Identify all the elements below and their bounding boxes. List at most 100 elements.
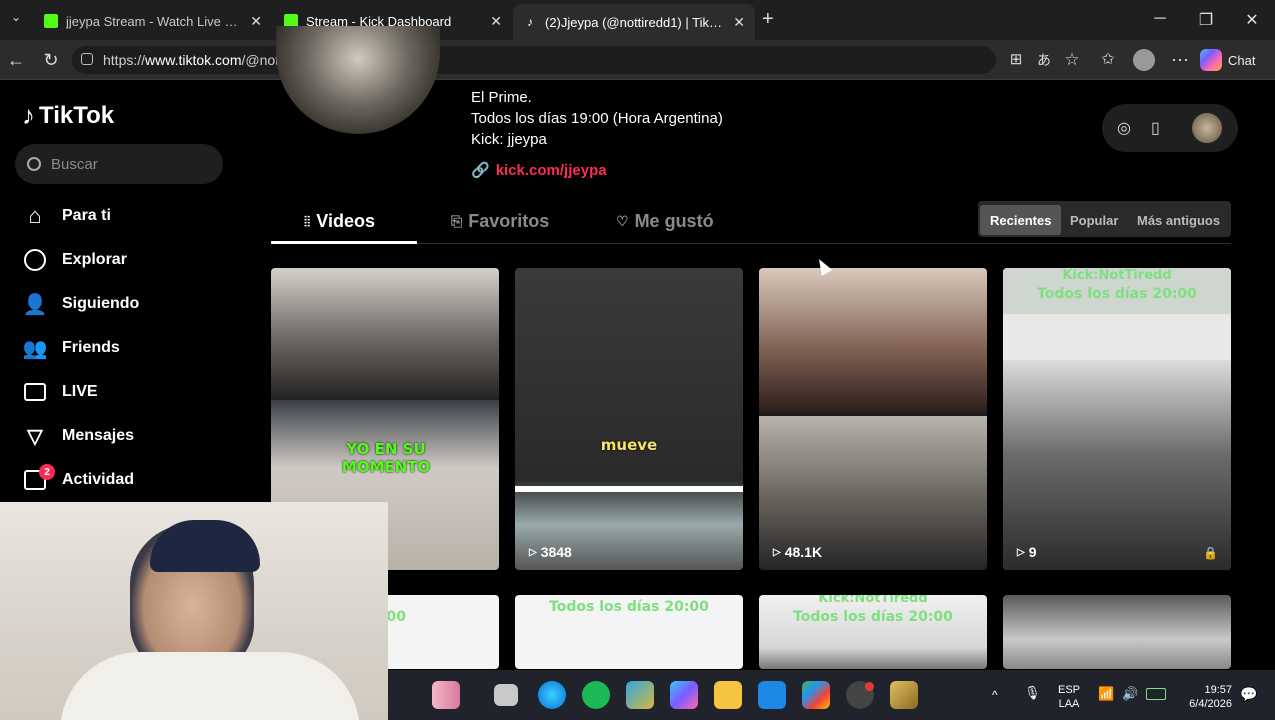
video-thumbnail [271, 268, 499, 400]
view-count: ▷ 9 [1017, 544, 1037, 560]
kick-favicon-icon [44, 14, 58, 28]
video-thumbnail [759, 268, 987, 413]
app-icon[interactable] [626, 681, 654, 709]
coin-icon[interactable]: ◎ [1117, 118, 1131, 138]
store-icon[interactable] [758, 681, 786, 709]
input-language[interactable]: ESP LAA [1052, 683, 1086, 711]
spotify-icon[interactable] [582, 681, 610, 709]
heart-icon: ♡ [616, 213, 629, 229]
search-input[interactable]: Buscar [15, 144, 223, 184]
sort-mas-antiguos[interactable]: Más antiguos [1127, 205, 1230, 235]
bio-line: El Prime. [471, 89, 532, 106]
video-card[interactable]: mueve ▷ 3848 [515, 268, 743, 570]
close-tab-icon[interactable]: ✕ [490, 13, 502, 30]
sidebar-item-siguiendo[interactable]: 👤 Siguiendo [22, 291, 140, 317]
video-card[interactable] [1003, 595, 1231, 669]
video-caption: Todos los días 20:00 [793, 609, 953, 625]
tiktok-favicon-icon: ♪ [527, 15, 533, 29]
tab-list-chevron-icon[interactable]: ⌄ [4, 10, 28, 30]
video-card[interactable]: ▷ 48.1K [759, 268, 987, 570]
notifications-icon[interactable]: 💬 [1240, 687, 1257, 701]
more-menu-icon[interactable]: ⋯ [1169, 50, 1191, 70]
task-view-icon[interactable] [494, 684, 518, 706]
site-info-icon[interactable] [81, 53, 93, 65]
sidebar-item-friends[interactable]: 👥 Friends [22, 335, 120, 361]
minimize-icon[interactable]: ─ [1148, 10, 1172, 28]
reload-icon[interactable]: ↻ [40, 50, 62, 70]
recording-dot [865, 682, 874, 691]
video-caption: Kick:NotTiredd [818, 595, 928, 606]
webcam-overlay [0, 502, 388, 720]
device-icon[interactable]: ▯ [1151, 118, 1160, 138]
tray-overflow-icon[interactable]: ^ [992, 688, 998, 702]
microphone-icon[interactable]: 🎙 [1024, 686, 1041, 700]
user-avatar[interactable] [1192, 113, 1222, 143]
sidebar-item-explorar[interactable]: Explorar [22, 247, 127, 273]
webcam-shirt [60, 652, 360, 720]
video-card[interactable]: Kick:NotTiredd Todos los días 20:00 ▷ 9 🔒 [1003, 268, 1231, 570]
new-tab-icon[interactable]: + [762, 8, 774, 31]
close-tab-icon[interactable]: ✕ [250, 13, 262, 30]
edge-icon[interactable] [538, 681, 566, 709]
tab-me-gusto[interactable]: ♡ Me gustó [616, 211, 714, 232]
wifi-icon[interactable]: 📶 [1098, 687, 1114, 701]
play-icon: ▷ [1017, 546, 1025, 558]
sidebar-item-live[interactable]: LIVE [22, 379, 98, 405]
sort-popular[interactable]: Popular [1060, 205, 1128, 235]
tab-videos[interactable]: ⦙⦙ Videos [304, 211, 375, 232]
video-caption: YO EN SU MOMENTO [341, 440, 431, 476]
lock-icon: 🔒 [1203, 546, 1218, 560]
back-icon[interactable]: ← [5, 50, 27, 70]
sidebar-item-para-ti[interactable]: ⌂ Para ti [22, 203, 111, 229]
play-icon: ▷ [773, 546, 781, 558]
bio-line: Todos los días 19:00 (Hora Argentina) [471, 110, 723, 127]
activity-badge: 2 [39, 464, 55, 480]
home-icon: ⌂ [28, 203, 42, 228]
link-icon: 🔗 [471, 162, 490, 179]
tiktok-logo[interactable]: ♪ TikTok [22, 100, 114, 131]
translate-icon[interactable]: あ [1033, 50, 1055, 70]
view-count: ▷ 48.1K [773, 544, 823, 560]
sort-recientes[interactable]: Recientes [980, 205, 1062, 235]
video-card[interactable]: Kick:NotTiredd Todos los días 20:00 [759, 595, 987, 669]
video-thumbnail [1003, 360, 1231, 570]
tab-tiktok[interactable]: ♪ (2)Jjeypa (@nottiredd1) | TikTok ✕ [513, 4, 755, 40]
favorite-star-icon[interactable]: ☆ [1061, 50, 1083, 70]
sidebar-item-mensajes[interactable]: ▽ Mensajes [22, 423, 134, 449]
compass-icon [22, 247, 48, 273]
tab-kick-stream[interactable]: jjeypa Stream - Watch Live on Kick ✕ [34, 6, 272, 36]
copilot-icon [1200, 49, 1222, 71]
favorites-icon[interactable]: ✩ [1097, 50, 1119, 70]
profile-link[interactable]: 🔗 kick.com/jjeypa [471, 161, 607, 180]
profile-avatar-icon[interactable] [1133, 49, 1155, 71]
profile-avatar[interactable] [276, 26, 440, 134]
following-icon: 👤 [22, 293, 48, 316]
video-caption: Todos los días 20:00 [549, 599, 709, 615]
widgets-icon[interactable] [432, 681, 460, 709]
close-tab-icon[interactable]: ✕ [733, 14, 745, 31]
restore-icon[interactable]: ❐ [1194, 10, 1218, 30]
video-caption: Kick:NotTiredd [1062, 268, 1172, 283]
bio-line: Kick: jjeypa [471, 131, 547, 148]
battery-icon[interactable] [1146, 688, 1166, 700]
app-available-icon[interactable]: ⊞ [1005, 50, 1027, 70]
video-caption: Todos los días 20:00 [1037, 286, 1197, 302]
url-prefix: https:// [103, 52, 146, 68]
view-count: ▷ 3848 [529, 544, 572, 560]
tab-favoritos[interactable]: ⎘ Favoritos [451, 211, 549, 232]
video-card[interactable]: Todos los días 20:00 [515, 595, 743, 669]
close-window-icon[interactable]: ✕ [1240, 10, 1264, 30]
messages-icon: ▽ [27, 425, 43, 448]
league-icon[interactable] [890, 681, 918, 709]
volume-icon[interactable]: 🔊 [1122, 687, 1138, 701]
divider [515, 486, 743, 492]
grid-icon: ⦙⦙ [304, 213, 311, 229]
play-icon: ▷ [529, 546, 537, 558]
file-explorer-icon[interactable] [714, 681, 742, 709]
url-domain: www.tiktok.com [145, 52, 242, 68]
copilot-taskbar-icon[interactable] [670, 681, 698, 709]
microsoft-store-icon[interactable] [802, 681, 830, 709]
clock[interactable]: 19:57 6/4/2026 [1180, 683, 1232, 711]
copilot-chat-button[interactable]: Chat [1200, 48, 1255, 72]
friends-icon: 👥 [22, 337, 48, 360]
